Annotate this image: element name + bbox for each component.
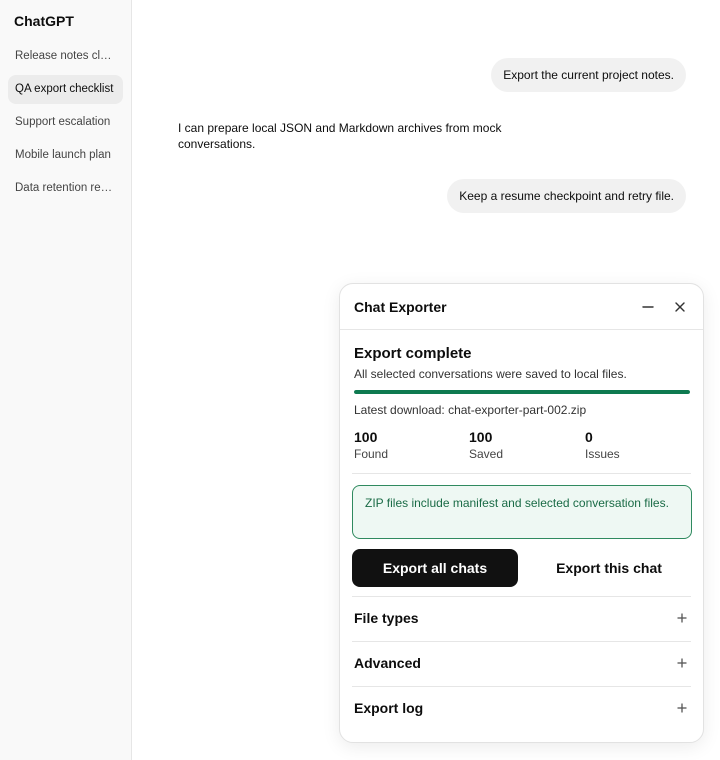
section-export-log[interactable]: Export log (352, 687, 692, 731)
stat-issues-value: 0 (585, 429, 593, 445)
section-label: Advanced (354, 655, 421, 671)
stat-saved-label: Saved (469, 447, 504, 461)
stat-saved-value: 100 (469, 429, 493, 445)
divider (352, 473, 691, 474)
section-label: File types (354, 610, 419, 626)
user-message: Keep a resume checkpoint and retry file. (447, 179, 686, 213)
conversation-list: Release notes cleanup QA export checklis… (8, 42, 123, 207)
minus-icon[interactable] (637, 296, 659, 318)
sidebar: ChatGPT Release notes cleanup QA export … (0, 0, 132, 760)
user-message: Export the current project notes. (491, 58, 686, 92)
sidebar-item-support-escalation[interactable]: Support escalation (8, 108, 123, 137)
stat-found: 100 Found (354, 429, 454, 461)
app-title: ChatGPT (14, 13, 74, 29)
sidebar-item-release-notes[interactable]: Release notes cleanup (8, 42, 123, 71)
sidebar-item-data-retention[interactable]: Data retention review (8, 174, 123, 203)
progress-bar (354, 390, 690, 394)
plus-icon (677, 613, 687, 623)
progress-fill (354, 390, 690, 394)
plus-icon (677, 658, 687, 668)
assistant-message: I can prepare local JSON and Markdown ar… (178, 121, 502, 151)
section-advanced[interactable]: Advanced (352, 642, 692, 686)
stat-found-label: Found (354, 447, 389, 461)
panel-title: Chat Exporter (354, 299, 447, 315)
sidebar-item-qa-export[interactable]: QA export checklist (8, 75, 123, 104)
chat-exporter-panel: Chat Exporter Export complete All select… (339, 283, 704, 743)
section-label: Export log (354, 700, 424, 716)
latest-download: Latest download: chat-exporter-part-002.… (354, 403, 587, 417)
sidebar-item-mobile-launch[interactable]: Mobile launch plan (8, 141, 123, 170)
export-status-subtitle: All selected conversations were saved to… (354, 367, 627, 381)
section-file-types[interactable]: File types (352, 597, 692, 641)
info-note: ZIP files include manifest and selected … (352, 485, 692, 539)
export-all-chats-button[interactable]: Export all chats (352, 549, 518, 587)
stat-issues-label: Issues (585, 447, 620, 461)
export-status-title: Export complete (354, 345, 472, 362)
panel-header: Chat Exporter (340, 284, 703, 330)
plus-icon (677, 703, 687, 713)
stat-found-value: 100 (354, 429, 378, 445)
close-icon[interactable] (669, 296, 691, 318)
stat-issues: 0 Issues (585, 429, 685, 461)
stat-saved: 100 Saved (469, 429, 569, 461)
export-this-chat-button[interactable]: Export this chat (526, 549, 692, 587)
